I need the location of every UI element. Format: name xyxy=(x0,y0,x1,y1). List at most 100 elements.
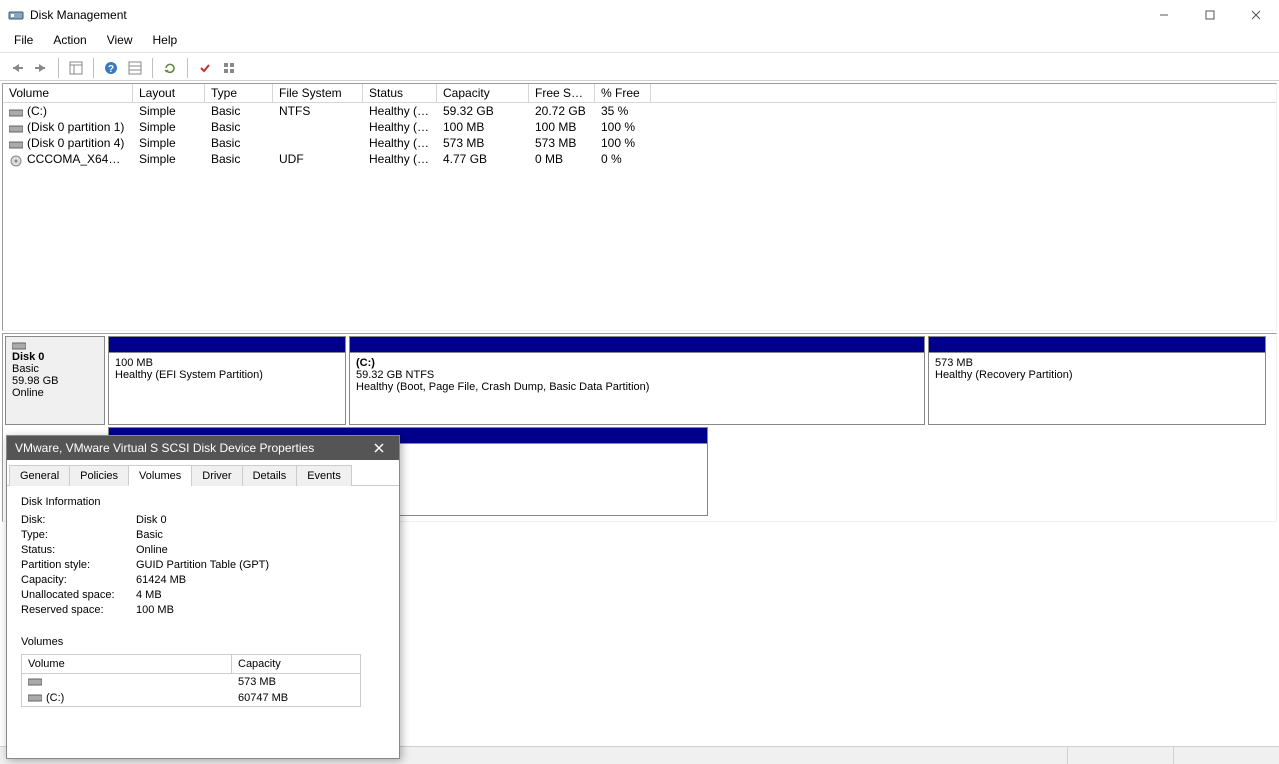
props-volume-table[interactable]: Volume Capacity 573 MB (C:) 60747 MB xyxy=(21,654,361,707)
back-button[interactable] xyxy=(6,57,28,79)
cell: Basic xyxy=(205,103,273,119)
menu-view[interactable]: View xyxy=(99,31,141,49)
tab-policies[interactable]: Policies xyxy=(69,465,129,486)
col-pctfree[interactable]: % Free xyxy=(595,84,651,103)
cell: 20.72 GB xyxy=(529,103,595,119)
lbl-disk: Disk: xyxy=(21,514,136,526)
partition-bar xyxy=(350,337,924,353)
tab-details[interactable]: Details xyxy=(242,465,298,486)
partition-size: 100 MB xyxy=(115,357,339,369)
disk0-type: Basic xyxy=(12,363,39,375)
props-close-button[interactable] xyxy=(359,436,399,460)
cell: Healthy (P... xyxy=(363,151,437,167)
cell: UDF xyxy=(273,151,363,167)
lbl-status: Status: xyxy=(21,544,136,556)
val-disk: Disk 0 xyxy=(136,514,167,526)
props-vh-capacity[interactable]: Capacity xyxy=(232,655,287,673)
cell: 100 MB xyxy=(437,119,529,135)
partition-title: (C:) xyxy=(356,357,918,369)
minimize-button[interactable] xyxy=(1141,0,1187,30)
refresh-icon[interactable] xyxy=(159,57,181,79)
col-freespace[interactable]: Free Spa... xyxy=(529,84,595,103)
volume-icon xyxy=(9,155,23,165)
col-spacer xyxy=(651,84,1276,103)
volume-row[interactable]: (C:)SimpleBasicNTFSHealthy (B...59.32 GB… xyxy=(3,103,1276,119)
tab-events[interactable]: Events xyxy=(296,465,352,486)
lbl-reserved: Reserved space: xyxy=(21,604,136,616)
close-button[interactable] xyxy=(1233,0,1279,30)
toolbar-view-icon[interactable] xyxy=(65,57,87,79)
cell: (C:) xyxy=(3,103,133,119)
cell: (Disk 0 partition 4) xyxy=(3,135,133,151)
cell: 35 % xyxy=(595,103,651,119)
menu-help[interactable]: Help xyxy=(145,31,186,49)
cell: Simple xyxy=(133,119,205,135)
props-vh-volume[interactable]: Volume xyxy=(22,655,232,673)
tab-driver[interactable]: Driver xyxy=(191,465,242,486)
partition-box[interactable]: 100 MBHealthy (EFI System Partition) xyxy=(108,336,346,425)
cell: Simple xyxy=(133,151,205,167)
maximize-button[interactable] xyxy=(1187,0,1233,30)
menu-action[interactable]: Action xyxy=(45,31,94,49)
disk-icon xyxy=(12,341,98,351)
val-status: Online xyxy=(136,544,168,556)
cell: Healthy (E... xyxy=(363,119,437,135)
tab-volumes[interactable]: Volumes xyxy=(128,465,192,486)
val-unalloc: 4 MB xyxy=(136,589,162,601)
properties-dialog[interactable]: VMware, VMware Virtual S SCSI Disk Devic… xyxy=(6,435,400,759)
props-volume-row[interactable]: 573 MB xyxy=(22,674,360,690)
volume-row[interactable]: CCCOMA_X64FRE...SimpleBasicUDFHealthy (P… xyxy=(3,151,1276,167)
cell: Basic xyxy=(205,119,273,135)
cell xyxy=(273,119,363,135)
val-capacity: 61424 MB xyxy=(136,574,186,586)
volume-list-header: Volume Layout Type File System Status Ca… xyxy=(3,84,1276,103)
cell: Simple xyxy=(133,103,205,119)
volume-row[interactable]: (Disk 0 partition 4)SimpleBasic Healthy (… xyxy=(3,135,1276,151)
lbl-type: Type: xyxy=(21,529,136,541)
window-title: Disk Management xyxy=(30,8,127,22)
disk0-box[interactable]: Disk 0 Basic 59.98 GB Online xyxy=(5,336,105,425)
col-filesystem[interactable]: File System xyxy=(273,84,363,103)
cell: CCCOMA_X64FRE... xyxy=(3,151,133,167)
volume-icon xyxy=(9,139,23,149)
statusbar-seg3 xyxy=(1173,747,1279,764)
forward-button[interactable] xyxy=(30,57,52,79)
help-icon[interactable]: ? xyxy=(100,57,122,79)
partition-size: 59.32 GB NTFS xyxy=(356,369,918,381)
app-icon xyxy=(8,7,24,23)
col-volume[interactable]: Volume xyxy=(3,84,133,103)
cell: Basic xyxy=(205,151,273,167)
col-status[interactable]: Status xyxy=(363,84,437,103)
disk0-name: Disk 0 xyxy=(12,351,44,363)
partition-size: 573 MB xyxy=(935,357,1259,369)
lbl-unalloc: Unallocated space: xyxy=(21,589,136,601)
partition-bar xyxy=(929,337,1265,353)
partition-box[interactable]: (C:)59.32 GB NTFSHealthy (Boot, Page Fil… xyxy=(349,336,925,425)
volume-icon xyxy=(9,107,23,117)
toolbar-check-icon[interactable] xyxy=(194,57,216,79)
volume-row[interactable]: (Disk 0 partition 1)SimpleBasicHealthy (… xyxy=(3,119,1276,135)
partition-box[interactable]: 573 MBHealthy (Recovery Partition) xyxy=(928,336,1266,425)
menu-file[interactable]: File xyxy=(6,31,41,49)
col-type[interactable]: Type xyxy=(205,84,273,103)
col-layout[interactable]: Layout xyxy=(133,84,205,103)
toolbar-grid-icon[interactable] xyxy=(218,57,240,79)
val-pstyle: GUID Partition Table (GPT) xyxy=(136,559,269,571)
toolbar-list-icon[interactable] xyxy=(124,57,146,79)
props-volume-row[interactable]: (C:) 60747 MB xyxy=(22,690,360,706)
cell: 100 MB xyxy=(529,119,595,135)
disk0-state: Online xyxy=(12,387,44,399)
val-reserved: 100 MB xyxy=(136,604,174,616)
volume-list[interactable]: Volume Layout Type File System Status Ca… xyxy=(2,83,1277,331)
partition-bar xyxy=(109,337,345,353)
cell: 573 MB xyxy=(529,135,595,151)
val-type: Basic xyxy=(136,529,163,541)
tab-general[interactable]: General xyxy=(9,465,70,486)
section-disk-info: Disk Information xyxy=(21,496,385,508)
cell: Basic xyxy=(205,135,273,151)
cell: Healthy (R... xyxy=(363,135,437,151)
cell: Simple xyxy=(133,135,205,151)
cell: NTFS xyxy=(273,103,363,119)
col-capacity[interactable]: Capacity xyxy=(437,84,529,103)
cell: 0 % xyxy=(595,151,651,167)
